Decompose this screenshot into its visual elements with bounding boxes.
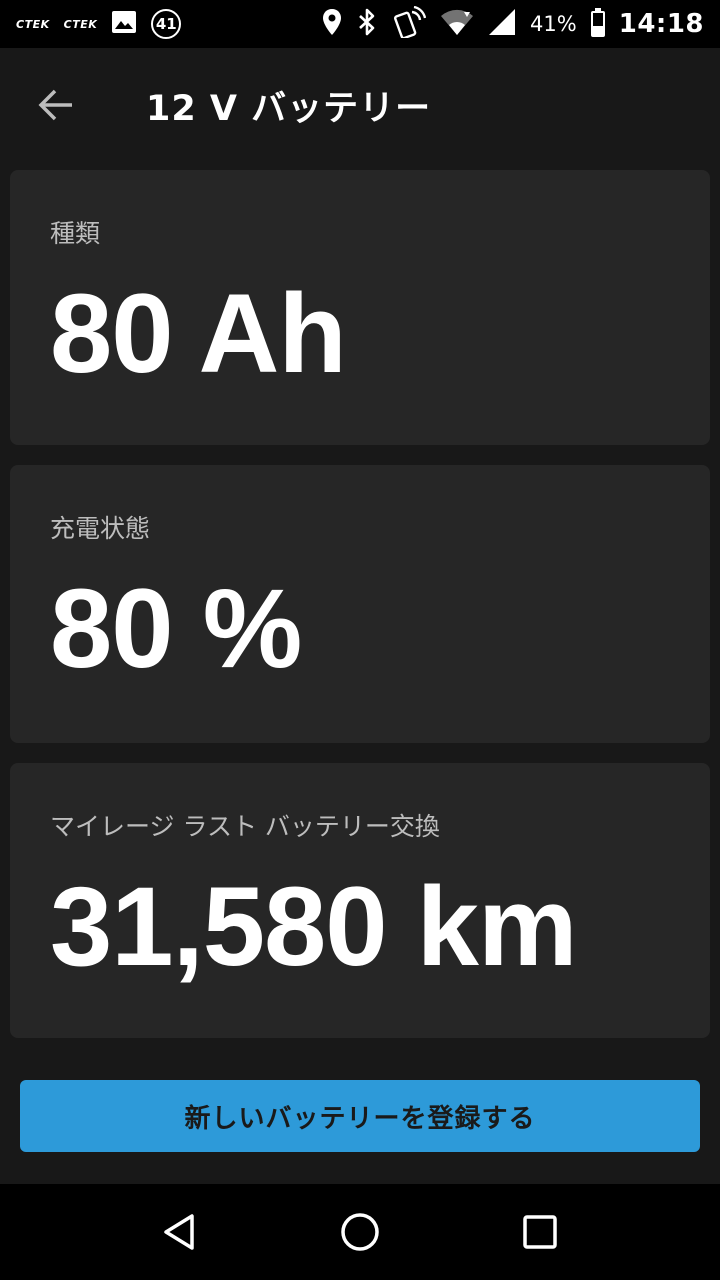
mileage-value: 31,580 km [50,864,578,989]
battery-icon [590,8,605,37]
nav-recents-button[interactable] [505,1197,575,1267]
cellular-signal-icon [488,8,516,40]
back-button[interactable] [24,78,88,132]
nav-back-button[interactable] [145,1197,215,1267]
back-triangle-icon [164,1214,194,1250]
location-icon [322,8,342,40]
mileage-label: マイレージ ラスト バッテリー交換 [50,812,440,841]
nav-home-button[interactable] [325,1197,395,1267]
charge-state-label: 充電状態 [50,514,151,543]
battery-type-card: 種類 80 Ah [10,170,710,445]
status-bar: CTEK CTEK 41 41% 14:18 [0,0,720,48]
recents-square-icon [523,1215,557,1249]
page-title: 12 V バッテリー [146,89,432,129]
battery-level-fill [592,25,603,35]
notification-count-badge: 41 [151,9,182,39]
app-bar: 12 V バッテリー [0,48,720,160]
home-circle-icon [341,1213,379,1251]
screen: CTEK CTEK 41 41% 14:18 12 V バッテリー 種類 80 … [0,0,720,1280]
ctek-notification-icon: CTEK [16,17,50,31]
arrow-left-icon [38,89,72,121]
clock: 14:18 [618,9,704,39]
battery-type-value: 80 Ah [50,271,347,396]
ctek-notification-icon: CTEK [63,17,98,31]
mileage-last-replacement-card: マイレージ ラスト バッテリー交換 31,580 km [10,763,710,1038]
charge-state-value: 80 % [50,566,302,691]
register-new-battery-button[interactable]: 新しいバッテリーを登録する [20,1080,700,1152]
battery-type-label: 種類 [50,219,101,248]
wifi-icon [440,8,474,40]
nfc-phone-icon [392,5,427,42]
navigation-bar [0,1184,720,1280]
bluetooth-icon [356,7,378,41]
battery-percent: 41% [530,12,577,36]
image-icon [111,10,137,38]
charge-state-card: 充電状態 80 % [10,465,710,743]
